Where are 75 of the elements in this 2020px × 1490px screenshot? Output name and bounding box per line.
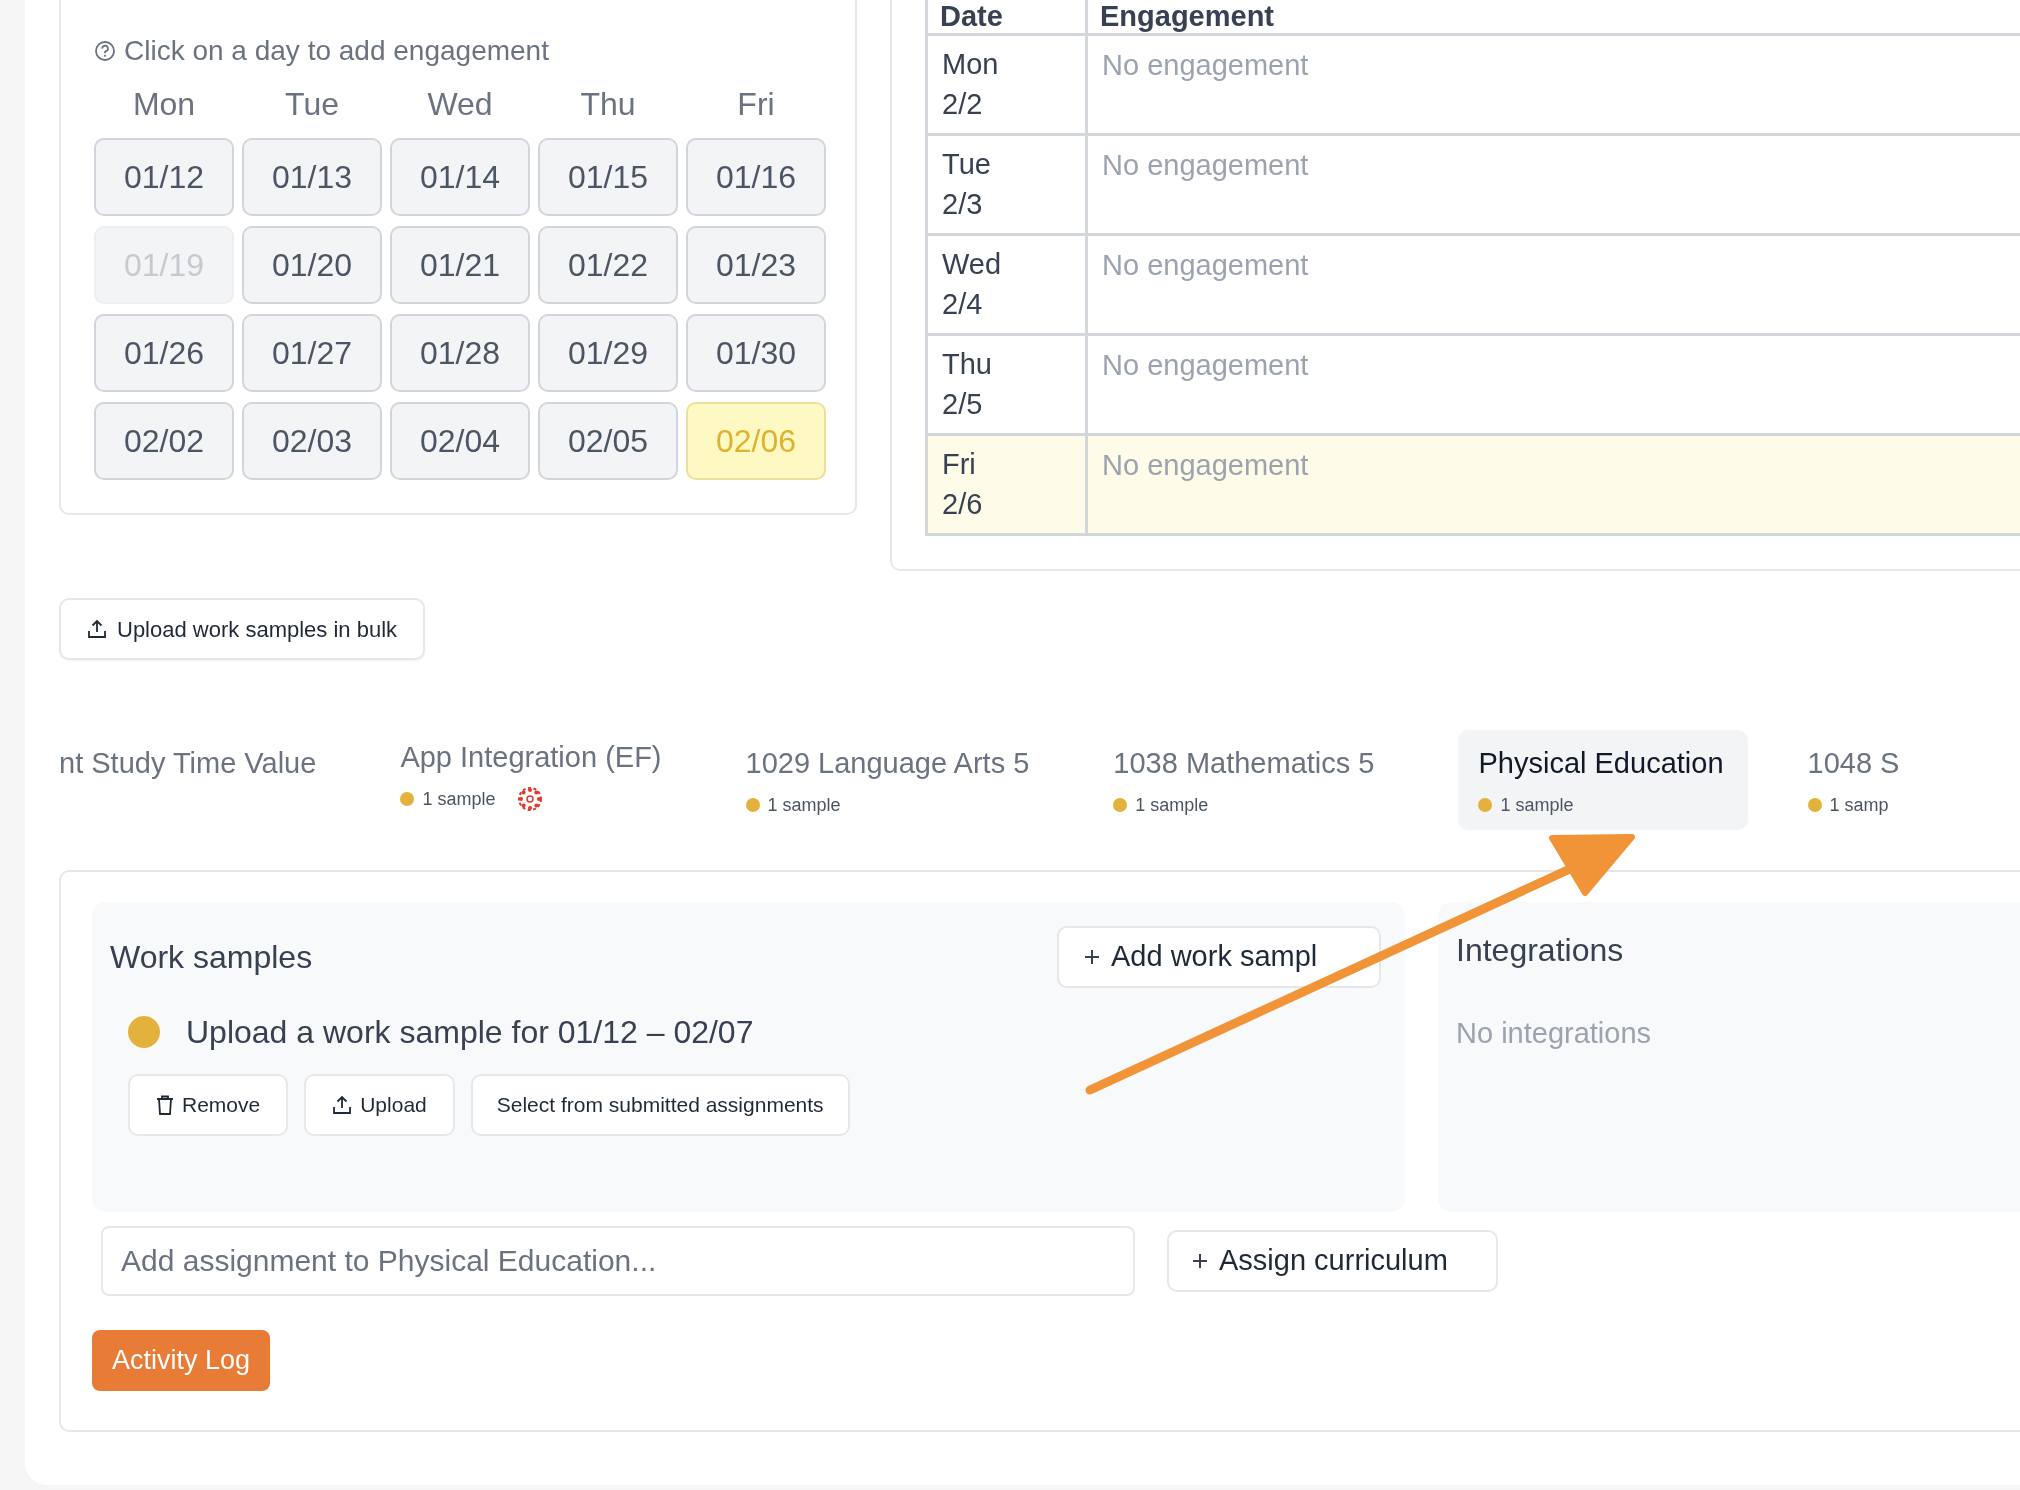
column-header: Date	[940, 0, 1003, 32]
day-button[interactable]: 01/16	[686, 138, 826, 216]
upload-icon	[87, 619, 107, 639]
tab-title: Physical Education	[1478, 746, 1724, 781]
day-button[interactable]: 01/12	[94, 138, 234, 216]
day-button[interactable]: 01/26	[94, 314, 234, 392]
day-button[interactable]: 01/30	[686, 314, 826, 392]
day-button[interactable]: 01/13	[242, 138, 382, 216]
subject-tab[interactable]: 1048 S 1 samp	[1807, 730, 1924, 830]
tab-title: 1048 S	[1807, 746, 1900, 781]
help-icon	[94, 40, 116, 62]
date-text: 2/3	[942, 187, 984, 222]
panel-heading: Integrations	[1456, 931, 1625, 970]
panel-heading: Work samples	[110, 938, 313, 977]
engagement-text: No engagement	[1102, 149, 1309, 181]
weekday-label: Mon	[131, 85, 197, 124]
upload-button[interactable]: Upload	[304, 1074, 455, 1136]
day-button[interactable]: 01/15	[538, 138, 678, 216]
trash-icon	[156, 1095, 174, 1115]
weekday-label: Tue	[284, 85, 340, 124]
day-button[interactable]: 02/02	[94, 402, 234, 480]
sample-count: 1 sample	[767, 793, 841, 817]
engagement-text: No engagement	[1102, 449, 1309, 481]
date-text: 2/6	[942, 487, 984, 522]
date-text: 2/4	[942, 287, 984, 322]
add-work-sample-button[interactable]: Add work sampl	[1057, 926, 1381, 988]
weekday-label: Wed	[426, 85, 494, 124]
subject-tab[interactable]: 1029 Language Arts 5 1 sample	[745, 730, 1054, 830]
assignment-field[interactable]: Add assignment to Physical Education...	[101, 1226, 1135, 1296]
tab-title: nt Study Time Value	[59, 746, 317, 781]
day-button[interactable]: 01/28	[390, 314, 530, 392]
day-button[interactable]: 01/23	[686, 226, 826, 304]
plus-icon	[1083, 948, 1101, 966]
weekday-text: Wed	[942, 247, 1003, 282]
subject-tab[interactable]: Physical Education 1 sample	[1458, 730, 1748, 830]
assign-curriculum-button[interactable]: Assign curriculum	[1167, 1230, 1498, 1292]
day-button[interactable]: 01/20	[242, 226, 382, 304]
day-button[interactable]: 01/27	[242, 314, 382, 392]
day-button[interactable]: 01/14	[390, 138, 530, 216]
subject-tab[interactable]: 1038 Mathematics 5 1 sample	[1113, 730, 1399, 830]
day-button[interactable]: 02/03	[242, 402, 382, 480]
empty-text: No integrations	[1456, 1016, 1653, 1051]
subject-tab[interactable]: App Integration (EF) 1 sample	[400, 730, 686, 830]
weekday-text: Mon	[942, 47, 1000, 82]
day-button[interactable]: 01/29	[538, 314, 678, 392]
tab-title: 1038 Mathematics 5	[1113, 746, 1375, 781]
tab-title: App Integration (EF)	[400, 740, 662, 775]
subject-tab[interactable]: nt Study Time Value	[59, 730, 341, 830]
engagement-text: No engagement	[1102, 349, 1309, 381]
sample-count: 1 sample	[1500, 793, 1574, 817]
select-button[interactable]: Select from submitted assignments	[470, 1074, 850, 1136]
sample-count: 1 samp	[1829, 793, 1889, 817]
sample-count: 1 sample	[1135, 793, 1209, 817]
day-button[interactable]: 02/05	[538, 402, 678, 480]
engagement-text: No engagement	[1102, 49, 1309, 81]
day-button[interactable]: 02/04	[390, 402, 530, 480]
date-text: 2/5	[942, 387, 984, 422]
remove-button[interactable]: Remove	[128, 1074, 289, 1136]
engagement-text: No engagement	[1102, 249, 1309, 281]
bulk-upload-button[interactable]: Upload work samples in bulk	[59, 598, 426, 660]
work-sample-text: Upload a work sample for 01/12 – 02/07	[186, 1013, 754, 1052]
weekday-label: Thu	[579, 85, 637, 124]
date-text: 2/2	[942, 87, 984, 122]
weekday-text: Thu	[942, 347, 993, 382]
hint-text: Click on a day to add engagement	[124, 34, 549, 68]
tab-title: 1029 Language Arts 5	[745, 746, 1030, 781]
plus-icon	[1191, 1252, 1209, 1270]
column-header: Engagement	[1100, 0, 1275, 32]
upload-icon	[332, 1095, 353, 1115]
sample-count: 1 sample	[422, 787, 496, 811]
weekday-text: Fri	[942, 447, 977, 482]
weekday-text: Tue	[942, 147, 992, 182]
day-button[interactable]: 01/22	[538, 226, 678, 304]
weekday-label: Fri	[736, 85, 776, 124]
day-button[interactable]: 01/21	[390, 226, 530, 304]
